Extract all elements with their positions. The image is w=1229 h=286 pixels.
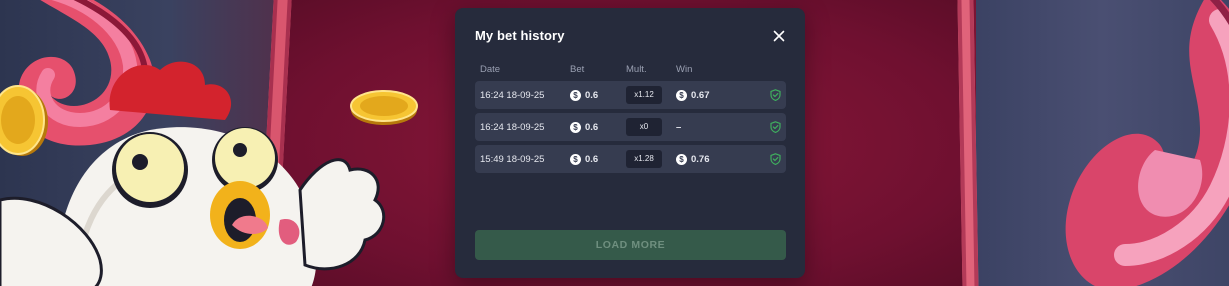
table-row[interactable]: 16:24 18-09-25 $ 0.6 x1.12 $ 0.67: [475, 81, 786, 109]
dollar-coin-icon: $: [676, 89, 687, 101]
bet-history-modal: My bet history Date Bet Mult. Win 16:24 …: [455, 8, 805, 278]
bet-date: 16:24 18-09-25: [480, 121, 545, 133]
table-row[interactable]: 16:24 18-09-25 $ 0.6 x0 –: [475, 113, 786, 141]
column-header-mult: Mult.: [626, 64, 647, 75]
bet-amount-value: 0.6: [585, 121, 599, 133]
load-more-button[interactable]: LOAD MORE: [475, 230, 786, 260]
modal-title: My bet history: [475, 28, 565, 43]
multiplier: x1.12: [626, 81, 662, 109]
flame-decoration-right: [1065, 0, 1229, 286]
close-icon: [773, 30, 785, 42]
shield-check-icon: [770, 89, 781, 101]
win-amount: $ 0.76: [676, 145, 710, 173]
bet-history-list: 16:24 18-09-25 $ 0.6 x1.12 $ 0.67 16:24 …: [475, 81, 786, 177]
dollar-coin-icon: $: [676, 153, 687, 165]
bet-amount: $ 0.6: [570, 145, 598, 173]
bet-amount-value: 0.6: [585, 89, 599, 101]
win-amount: –: [676, 113, 681, 141]
win-amount-value: –: [676, 121, 682, 133]
win-amount-value: 0.76: [691, 153, 710, 165]
column-header-date: Date: [480, 64, 501, 75]
win-amount-value: 0.67: [691, 89, 710, 101]
provably-fair-button[interactable]: [770, 145, 781, 173]
multiplier-badge: x1.12: [626, 86, 662, 104]
table-row[interactable]: 15:49 18-09-25 $ 0.6 x1.28 $ 0.76: [475, 145, 786, 173]
column-header-win: Win: [676, 64, 693, 75]
column-header-bet: Bet: [570, 64, 585, 75]
provably-fair-button[interactable]: [770, 113, 781, 141]
close-button[interactable]: [771, 28, 787, 44]
dollar-coin-icon: $: [570, 153, 581, 165]
shield-check-icon: [770, 121, 781, 133]
table-header: Date Bet Mult. Win: [475, 64, 786, 78]
rooster-mascot: [0, 61, 386, 286]
multiplier: x0: [626, 113, 662, 141]
dollar-coin-icon: $: [570, 89, 581, 101]
multiplier-badge: x0: [626, 118, 662, 136]
bet-amount-value: 0.6: [585, 153, 599, 165]
shield-check-icon: [770, 153, 781, 165]
bet-date: 15:49 18-09-25: [480, 153, 545, 165]
win-amount: $ 0.67: [676, 81, 710, 109]
multiplier-badge: x1.28: [626, 150, 662, 168]
dollar-coin-icon: $: [570, 121, 581, 133]
bet-date: 16:24 18-09-25: [480, 89, 545, 101]
bet-amount: $ 0.6: [570, 81, 598, 109]
bet-amount: $ 0.6: [570, 113, 598, 141]
provably-fair-button[interactable]: [770, 81, 781, 109]
multiplier: x1.28: [626, 145, 662, 173]
